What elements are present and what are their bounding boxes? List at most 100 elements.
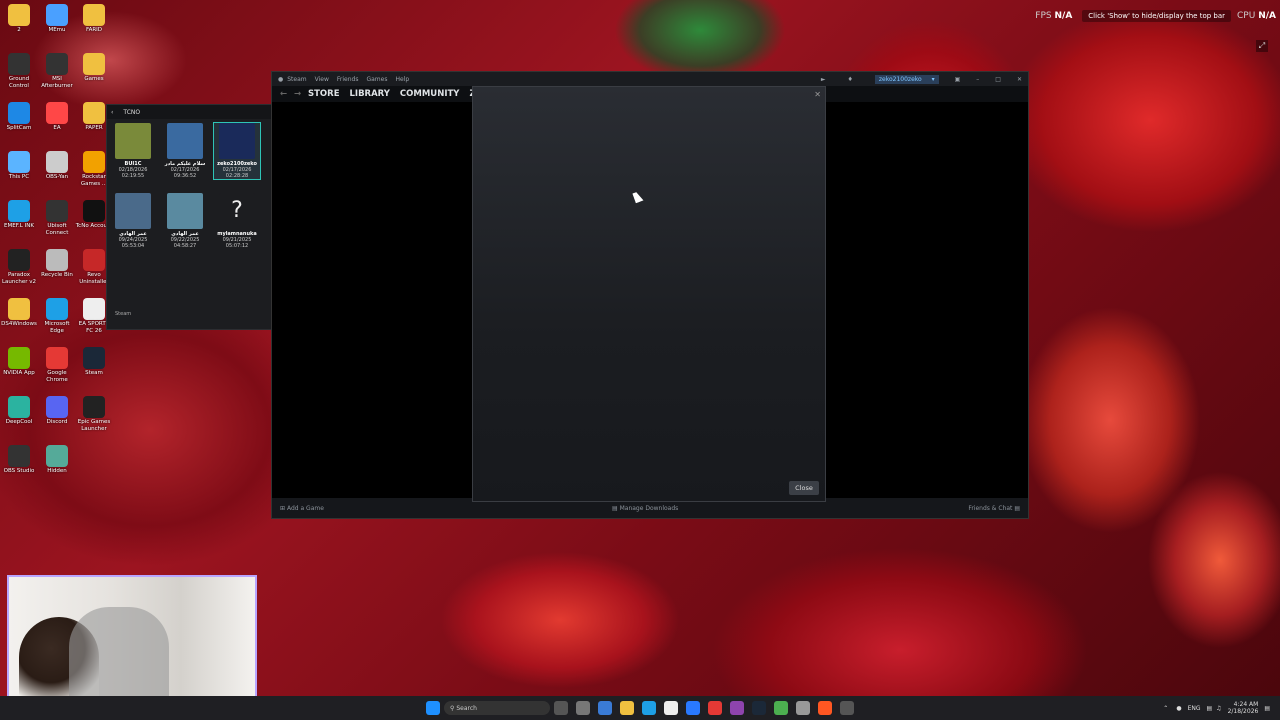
desktop-icon[interactable]: Ground Control [0,53,38,90]
mic-icon[interactable]: ● [1176,705,1181,712]
windows-start-icon[interactable] [426,701,440,715]
desktop-icon-label: MEmu [48,27,66,33]
tray-chevron-icon[interactable]: ⌃ [1163,705,1168,712]
splitcam-icon [8,102,30,124]
desktop-icon[interactable]: DS4Windows [0,298,38,328]
tcno-footer: Steam [115,311,132,317]
hidden-icon [46,445,68,467]
desktop-icon[interactable]: FARID [75,4,113,34]
folder-icon[interactable] [620,701,634,715]
desktop-icon[interactable]: OBS-Yan [38,151,76,181]
desktop-icon[interactable]: EMEF.L INK [0,200,38,230]
network-icon[interactable]: ▤ [1207,705,1213,712]
tcno-account-card[interactable]: BUI1C 02/18/2026 02:19:55 [110,123,156,179]
system-tray: ⌃ ● ENG ▤ ♫ 4:24 AM 2/18/2026 ▤ [1163,696,1270,720]
desktop-icon[interactable]: OBS Studio [0,445,38,475]
desktop-icon[interactable]: SplitCam [0,102,38,132]
search-box[interactable]: ⚲ Search [444,701,550,715]
back-icon[interactable]: ← [280,89,287,99]
desktop-icon[interactable]: Discord [38,396,76,426]
memu-icon [46,4,68,26]
copilot-icon[interactable] [598,701,612,715]
nav-community[interactable]: COMMUNITY [400,89,460,99]
big-picture-icon[interactable]: ▣ [955,76,961,83]
desktop-icon[interactable]: Steam [75,347,113,377]
forward-icon[interactable]: → [294,89,301,99]
desktop-icon-label: OBS Studio [3,468,35,474]
taskbar: ⚲ Search ⌃ ● ENG ▤ ♫ 4:24 AM 2/18/2026 ▤ [0,696,1280,720]
desktop-icon[interactable]: Microsoft Edge [38,298,76,335]
download-icon: ▤ [612,504,618,512]
desktop-icon[interactable]: Games [75,53,113,83]
ea-icon [46,102,68,124]
desktop-icon[interactable]: Ubisoft Connect [38,200,76,237]
menu-friends[interactable]: Friends [337,76,359,83]
desktop-icon-label: FARID [85,27,103,33]
desktop-icon[interactable]: Recycle Bin [38,249,76,279]
dialog-close-icon[interactable]: ✕ [814,90,821,99]
dialog-close-button[interactable]: Close [789,481,819,495]
steam-logo-icon: ● [278,75,284,83]
menu-steam[interactable]: Steam [287,76,306,83]
tcno-account-card[interactable]: سلام علیکم مادر 02/17/2026 09:36:52 [162,123,208,179]
menu-games[interactable]: Games [366,76,387,83]
manage-downloads-button[interactable]: ▤ Manage Downloads [612,505,678,512]
desktop-icon-label: Steam [85,370,103,376]
clock[interactable]: 4:24 AM 2/18/2026 [1228,701,1259,715]
mail-icon[interactable] [686,701,700,715]
account-avatar [219,123,255,159]
expand-icon[interactable]: ⤢ [1256,40,1268,52]
task-view-icon[interactable] [554,701,568,715]
chat-icon: ▤ [1014,504,1020,512]
steam-icon[interactable] [752,701,766,715]
notification-bell-icon[interactable]: ♦ [847,76,852,83]
desktop-icon-label: NVIDIA App [3,370,35,376]
store-icon[interactable] [664,701,678,715]
desktop-icon[interactable]: MSI Afterburner [38,53,76,90]
app-icon[interactable] [818,701,832,715]
xbox-icon[interactable] [774,701,788,715]
broadcast-icon[interactable]: ► [821,76,826,83]
friends-chat-button[interactable]: Friends & Chat ▤ [968,505,1020,512]
desktop-icon[interactable]: MEmu [38,4,76,34]
obs-icon [46,151,68,173]
deepcool-icon [8,396,30,418]
tcno-account-card[interactable]: ? mylamnanuka 09/21/2025 05:07:12 [214,193,260,249]
desktop-icon[interactable]: 2 [0,4,38,34]
nav-library[interactable]: LIBRARY [350,89,390,99]
edge-icon[interactable] [642,701,656,715]
desktop-icon[interactable]: Google Chrome [38,347,76,384]
document-icon [83,298,105,320]
desktop-icon[interactable]: DeepCool [0,396,38,426]
desktop-icon[interactable]: Epic Games Launcher [75,396,113,433]
ground-control-icon [8,53,30,75]
explorer-icon[interactable] [576,701,590,715]
desktop-icon[interactable]: Paradox Launcher v2 [0,249,38,286]
chrome-icon[interactable] [708,701,722,715]
back-arrow-icon[interactable]: ‹ [111,109,113,116]
desktop-icon[interactable]: EA [38,102,76,132]
user-menu[interactable]: zeko2100zeko ▾ [874,74,939,84]
add-game-button[interactable]: ⊞ Add a Game [280,505,324,512]
search-label: Search [456,704,477,712]
desktop-icon-label: Paradox Launcher v2 [1,272,37,285]
tcno-account-card[interactable]: zeko2100zeko 02/17/2026 02:28:28 [213,122,261,180]
tcno-account-card[interactable]: عمر الهادي 09/22/2025 04:58:27 [162,193,208,249]
notification-icon[interactable]: ▤ [1264,705,1270,712]
messenger-icon[interactable] [730,701,744,715]
desktop-icon[interactable]: This PC [0,151,38,181]
menu-view[interactable]: View [315,76,329,83]
nav-store[interactable]: STORE [308,89,340,99]
close-icon[interactable]: ✕ [1017,76,1022,83]
language-indicator[interactable]: ENG [1188,705,1201,712]
desktop-icon[interactable]: Hidden [38,445,76,475]
settings-icon[interactable] [796,701,810,715]
minimize-icon[interactable]: – [976,76,979,83]
volume-icon[interactable]: ♫ [1216,705,1221,712]
desktop-icon[interactable]: NVIDIA App [0,347,38,377]
tcno-account-card[interactable]: عمر الهادي 09/24/2025 05:53:04 [110,193,156,249]
maximize-icon[interactable]: □ [995,76,1001,83]
obs-icon[interactable] [840,701,854,715]
menu-help[interactable]: Help [395,76,409,83]
search-icon: ⚲ [450,704,455,712]
